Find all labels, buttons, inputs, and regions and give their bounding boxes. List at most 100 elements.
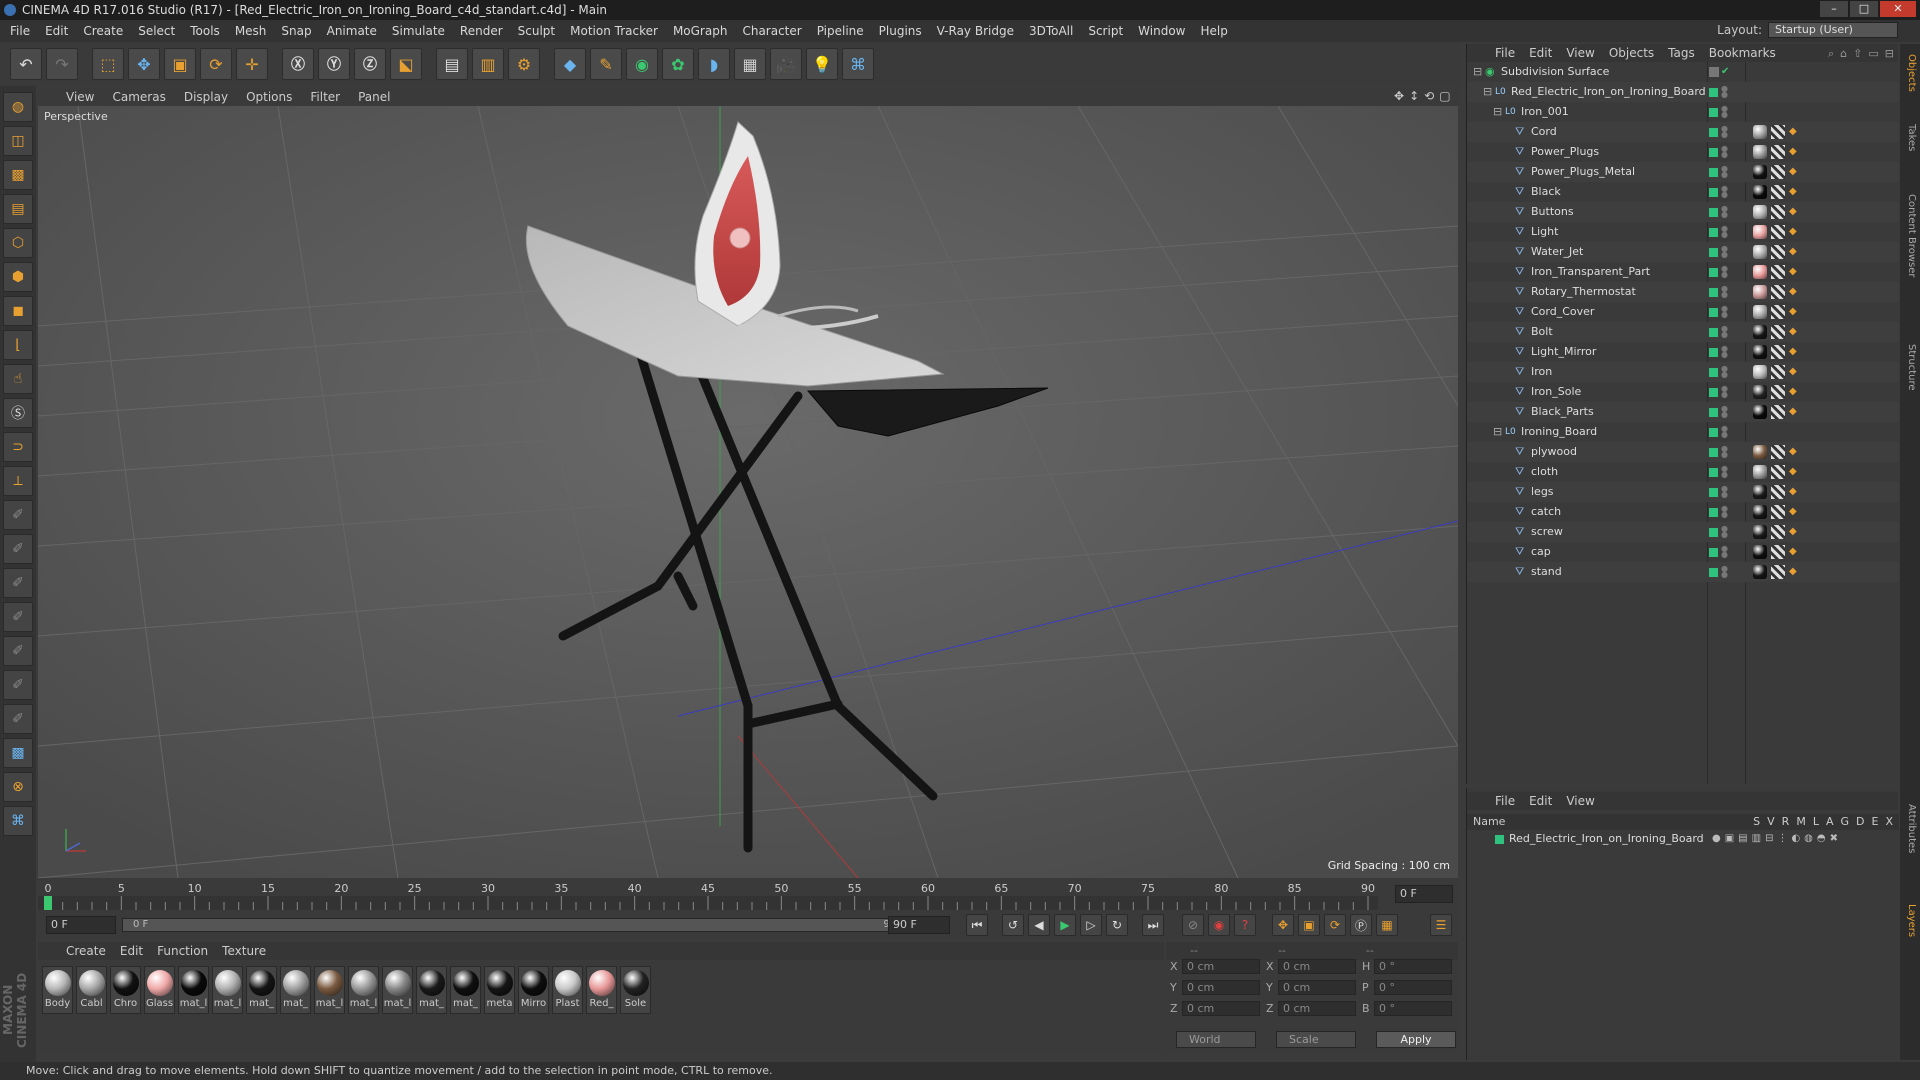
visibility-dots-icon[interactable]: ● ● xyxy=(1721,185,1728,199)
pull-tool-icon[interactable]: ✐ xyxy=(3,534,33,564)
texture-tag-icon[interactable] xyxy=(1771,205,1785,219)
material-swatch[interactable]: Sole xyxy=(620,966,651,1014)
phong-tag-icon[interactable]: ◆ xyxy=(1789,466,1799,478)
object-row[interactable]: ⛛ plywood ● ● ◆ xyxy=(1467,442,1899,462)
autokey-icon[interactable]: ◉ xyxy=(1208,914,1230,936)
texture-tag-icon[interactable] xyxy=(1771,305,1785,319)
visibility-dots-icon[interactable]: ● ● xyxy=(1721,205,1728,219)
texture-tag-icon[interactable] xyxy=(1771,545,1785,559)
phong-tag-icon[interactable]: ◆ xyxy=(1789,446,1799,458)
phong-tag-icon[interactable]: ◆ xyxy=(1789,246,1799,258)
menu-v-ray-bridge[interactable]: V-Ray Bridge xyxy=(937,24,1014,38)
object-menu-objects[interactable]: Objects xyxy=(1609,46,1654,60)
side-tab-attributes[interactable]: Attributes xyxy=(1903,804,1917,853)
menu-window[interactable]: Window xyxy=(1138,24,1185,38)
make-editable-icon[interactable]: ◍ xyxy=(3,92,33,122)
visibility-dots-icon[interactable]: ● ● xyxy=(1721,285,1728,299)
phong-tag-icon[interactable]: ◆ xyxy=(1789,526,1799,538)
tweak-mode-icon[interactable]: ☝ xyxy=(3,364,33,394)
coordinate-value-field[interactable]: 0 cm xyxy=(1182,980,1260,995)
object-row[interactable]: ⛛ Light ● ● ◆ xyxy=(1467,222,1899,242)
timeline-menu-icon[interactable]: ☰ xyxy=(1430,914,1452,936)
menu-animate[interactable]: Animate xyxy=(327,24,377,38)
edges-mode-icon[interactable]: ⬢ xyxy=(3,262,33,292)
texture-tag-icon[interactable] xyxy=(1771,225,1785,239)
material-swatch[interactable]: mat_l xyxy=(178,966,209,1014)
object-row[interactable]: ⛛ cap ● ● ◆ xyxy=(1467,542,1899,562)
goto-start-icon[interactable]: ⏮ xyxy=(966,914,988,936)
texture-tag-icon[interactable] xyxy=(1771,145,1785,159)
material-swatch[interactable]: mat_l xyxy=(348,966,379,1014)
material-tag-icon[interactable] xyxy=(1753,345,1767,359)
minimize-button[interactable]: – xyxy=(1820,1,1848,17)
object-row[interactable]: ⊟ L0 Red_Electric_Iron_on_Ironing_Board ● ● xyxy=(1467,82,1899,102)
dolly-view-icon[interactable]: ↕ xyxy=(1409,89,1419,103)
object-row[interactable]: ⊟ ◉ Subdivision Surface ✔ xyxy=(1467,62,1899,82)
phong-tag-icon[interactable]: ◆ xyxy=(1789,506,1799,518)
render-view-icon[interactable]: ▤ xyxy=(436,48,468,80)
key-scale-icon[interactable]: ▣ xyxy=(1298,914,1320,936)
visibility-dots-icon[interactable]: ● ● xyxy=(1721,265,1728,279)
layer-color-icon[interactable] xyxy=(1709,288,1718,297)
goto-end-icon[interactable]: ⏭ xyxy=(1142,914,1164,936)
up-arrow-icon[interactable]: ⇧ xyxy=(1853,47,1862,61)
material-tag-icon[interactable] xyxy=(1753,205,1767,219)
layer-flags[interactable]: ●▣▤▥⊟⋮◐◍◓✖ xyxy=(1712,830,1842,848)
phong-tag-icon[interactable]: ◆ xyxy=(1789,306,1799,318)
move-tool-icon[interactable]: ✥ xyxy=(128,48,160,80)
texture-tag-icon[interactable] xyxy=(1771,525,1785,539)
material-tag-icon[interactable] xyxy=(1753,125,1767,139)
layer-color-icon[interactable] xyxy=(1709,368,1718,377)
layer-column-s[interactable]: S xyxy=(1753,814,1760,830)
phong-tag-icon[interactable]: ◆ xyxy=(1789,406,1799,418)
apply-button[interactable]: Apply xyxy=(1376,1031,1456,1048)
menu-simulate[interactable]: Simulate xyxy=(392,24,445,38)
coordinate-value-field[interactable]: 0 cm xyxy=(1278,980,1356,995)
object-row[interactable]: ⛛ Iron ● ● ◆ xyxy=(1467,362,1899,382)
object-row[interactable]: ⛛ Black ● ● ◆ xyxy=(1467,182,1899,202)
menu-motion-tracker[interactable]: Motion Tracker xyxy=(570,24,658,38)
layer-color-icon[interactable] xyxy=(1709,528,1718,537)
material-tag-icon[interactable] xyxy=(1753,325,1767,339)
visibility-dots-icon[interactable]: ● ● xyxy=(1721,365,1728,379)
home-icon[interactable]: ⌂ xyxy=(1840,47,1847,61)
light-icon[interactable]: 💡 xyxy=(806,48,838,80)
menu-select[interactable]: Select xyxy=(138,24,175,38)
visibility-dots-icon[interactable]: ● ● xyxy=(1721,425,1728,439)
side-tab-structure[interactable]: Structure xyxy=(1903,344,1917,391)
object-row[interactable]: ⛛ legs ● ● ◆ xyxy=(1467,482,1899,502)
texture-tag-icon[interactable] xyxy=(1771,345,1785,359)
tree-expander-icon[interactable]: ⊟ xyxy=(1483,82,1492,102)
object-row[interactable]: ⛛ cloth ● ● ◆ xyxy=(1467,462,1899,482)
layer-color-icon[interactable] xyxy=(1709,328,1718,337)
workplane-axis-icon[interactable]: ⟂ xyxy=(3,466,33,496)
phong-tag-icon[interactable]: ◆ xyxy=(1789,126,1799,138)
visibility-dots-icon[interactable]: ● ● xyxy=(1721,105,1728,119)
coordinate-value-field[interactable]: 0 ° xyxy=(1374,1001,1452,1016)
object-row[interactable]: ⛛ stand ● ● ◆ xyxy=(1467,562,1899,582)
object-menu-view[interactable]: View xyxy=(1566,46,1594,60)
texture-tag-icon[interactable] xyxy=(1771,185,1785,199)
material-swatch[interactable]: meta xyxy=(484,966,515,1014)
flatten-tool-icon[interactable]: ✐ xyxy=(3,636,33,666)
menu-pipeline[interactable]: Pipeline xyxy=(817,24,864,38)
material-tag-icon[interactable] xyxy=(1753,305,1767,319)
next-keyframe-icon[interactable]: ↻ xyxy=(1106,914,1128,936)
visibility-dots-icon[interactable]: ● ● xyxy=(1721,85,1728,99)
material-tag-icon[interactable] xyxy=(1753,545,1767,559)
visibility-dots-icon[interactable]: ● ● xyxy=(1721,345,1728,359)
material-menu-function[interactable]: Function xyxy=(157,944,208,958)
material-tag-icon[interactable] xyxy=(1753,405,1767,419)
texture-tag-icon[interactable] xyxy=(1771,165,1785,179)
object-row[interactable]: ⛛ Cord ● ● ◆ xyxy=(1467,122,1899,142)
material-tag-icon[interactable] xyxy=(1753,185,1767,199)
texture-tag-icon[interactable] xyxy=(1771,245,1785,259)
layer-color-swatch[interactable] xyxy=(1495,835,1504,844)
material-tag-icon[interactable] xyxy=(1753,505,1767,519)
3d-viewport[interactable]: Perspective Grid Spacing : 100 cm xyxy=(38,106,1458,878)
visibility-dots-icon[interactable]: ● ● xyxy=(1721,225,1728,239)
layer-color-icon[interactable] xyxy=(1709,188,1718,197)
texture-tag-icon[interactable] xyxy=(1771,285,1785,299)
layer-menu-file[interactable]: File xyxy=(1495,794,1515,808)
visibility-dots-icon[interactable]: ● ● xyxy=(1721,145,1728,159)
